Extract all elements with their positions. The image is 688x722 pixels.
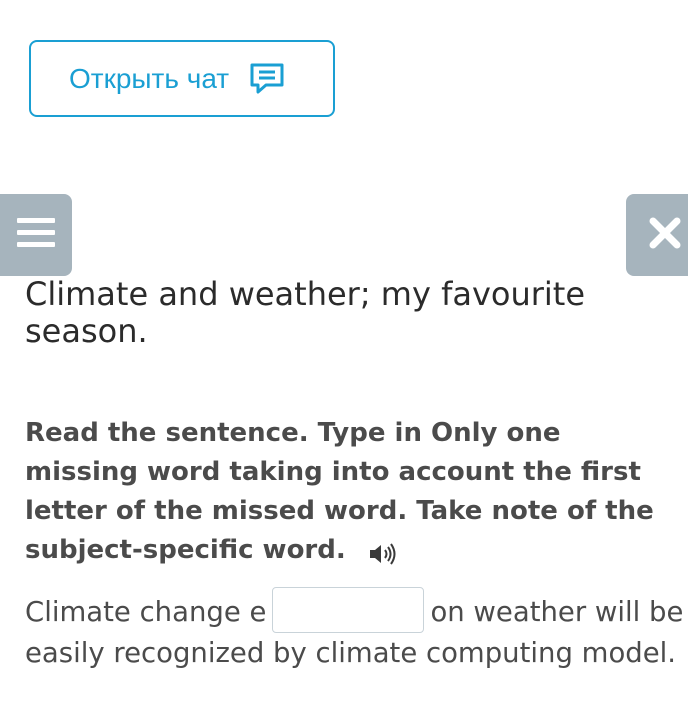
close-button[interactable] [626,194,688,276]
open-chat-label: Открыть чат [69,62,230,94]
close-icon [648,216,682,254]
sentence-start: Climate change e [25,596,267,628]
page: Открыть чат Climate and weather; my favo… [0,0,688,722]
menu-button[interactable] [0,194,72,276]
lesson-title: Climate and weather; my favourite season… [25,275,586,350]
open-chat-button[interactable]: Открыть чат [29,40,335,117]
task-instruction: Read the sentence. Type in Only one miss… [25,414,675,570]
chat-bubble-icon [249,63,285,95]
gap-fill-sentence: Climate change e on weather will be easil… [25,587,685,673]
task-instruction-text: Read the sentence. Type in Only one miss… [25,418,654,565]
hamburger-menu-icon [16,216,56,254]
answer-input[interactable] [272,587,425,633]
speaker-icon[interactable] [368,539,398,565]
